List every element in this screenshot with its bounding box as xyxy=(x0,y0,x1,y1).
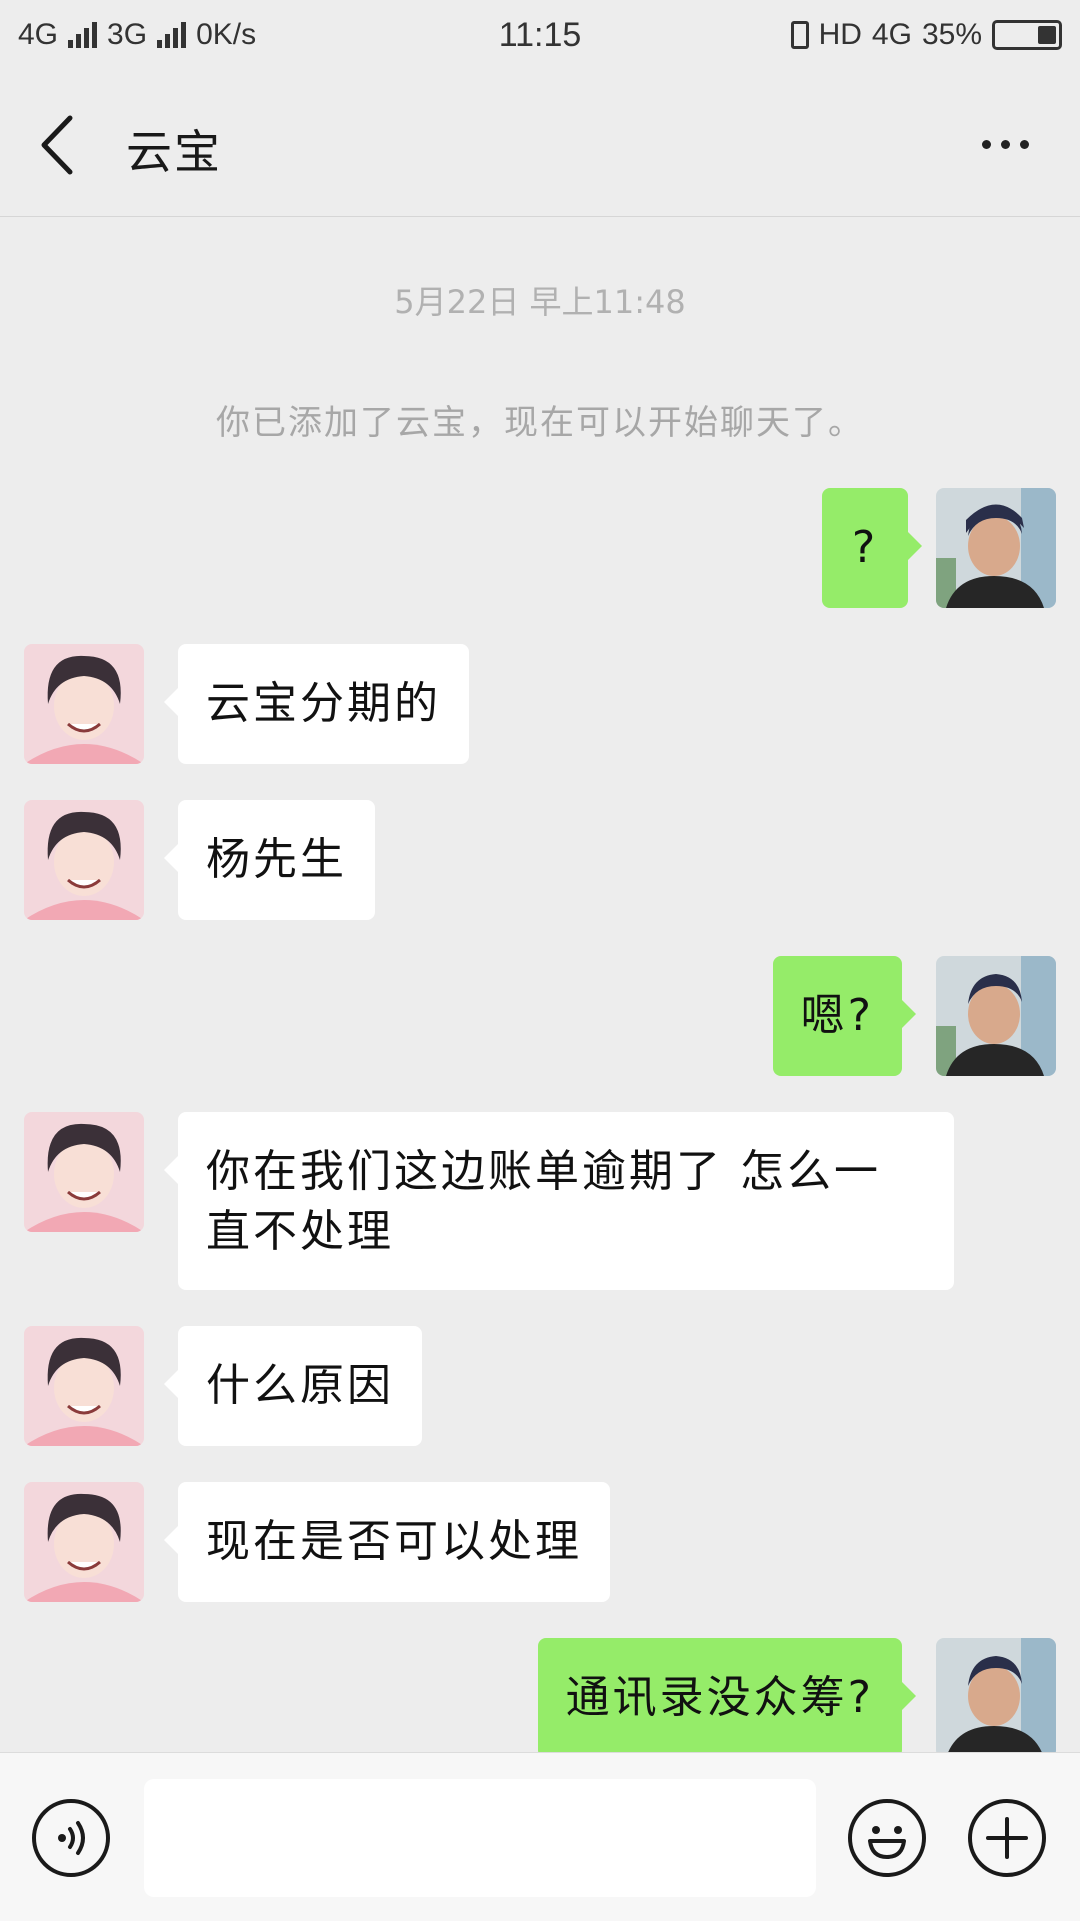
status-right: HD 4G 35% xyxy=(790,18,1062,52)
anime-avatar-icon xyxy=(24,1482,144,1602)
emoji-button[interactable] xyxy=(848,1799,926,1877)
my-avatar[interactable] xyxy=(936,956,1056,1076)
incoming-message[interactable]: 你在我们这边账单逾期了 怎么一直不处理 xyxy=(164,1112,954,1290)
chat-title: 云宝 xyxy=(126,125,222,179)
back-button[interactable] xyxy=(30,110,90,180)
anime-avatar-icon xyxy=(24,644,144,764)
contact-avatar[interactable] xyxy=(24,1112,144,1232)
system-message: 你已添加了云宝，现在可以开始聊天了。 xyxy=(216,403,864,443)
battery-percent: 35% xyxy=(921,18,982,51)
chat-area[interactable]: 5月22日 早上11:48 你已添加了云宝，现在可以开始聊天了。 ? 云宝分期的 xyxy=(0,217,1080,1752)
incoming-message[interactable]: 云宝分期的 xyxy=(164,644,469,764)
emoji-icon xyxy=(868,1826,906,1859)
network-type-3: 4G xyxy=(871,18,912,51)
message-input[interactable] xyxy=(144,1779,816,1897)
anime-avatar-icon xyxy=(24,1112,144,1232)
contact-avatar[interactable] xyxy=(24,1326,144,1446)
anime-avatar-icon xyxy=(24,800,144,920)
voice-icon xyxy=(58,1821,85,1855)
outgoing-message[interactable]: 通讯录没众筹? xyxy=(537,1638,917,1752)
chevron-left-icon xyxy=(41,115,73,175)
my-avatar[interactable] xyxy=(936,488,1056,608)
status-bar: 4G 3G 0K/s 11:15 HD 4G 35% xyxy=(0,0,1080,72)
input-bar xyxy=(0,1752,1080,1921)
hd-indicator: HD xyxy=(818,18,862,51)
outgoing-message[interactable]: ? xyxy=(822,488,922,608)
anime-avatar-icon xyxy=(24,1326,144,1446)
user-photo-icon xyxy=(936,488,1056,608)
my-avatar[interactable] xyxy=(936,1638,1056,1752)
outgoing-message[interactable]: 嗯? xyxy=(772,956,917,1076)
user-photo-icon xyxy=(936,1638,1056,1752)
incoming-message[interactable]: 现在是否可以处理 xyxy=(164,1482,610,1602)
chat-header: 云宝 xyxy=(0,72,1080,217)
voice-button[interactable] xyxy=(32,1799,110,1877)
contact-avatar[interactable] xyxy=(24,644,144,764)
contact-avatar[interactable] xyxy=(24,1482,144,1602)
more-dots-icon xyxy=(981,139,991,149)
battery-icon xyxy=(992,20,1062,50)
contact-avatar[interactable] xyxy=(24,800,144,920)
plus-icon xyxy=(986,1817,1028,1859)
incoming-message[interactable]: 杨先生 xyxy=(164,800,375,920)
incoming-message[interactable]: 什么原因 xyxy=(164,1326,422,1446)
plus-button[interactable] xyxy=(968,1799,1046,1877)
more-button[interactable] xyxy=(970,124,1040,164)
vibrate-icon xyxy=(790,21,809,49)
message-timestamp: 5月22日 早上11:48 xyxy=(394,283,686,321)
user-photo-icon xyxy=(936,956,1056,1076)
